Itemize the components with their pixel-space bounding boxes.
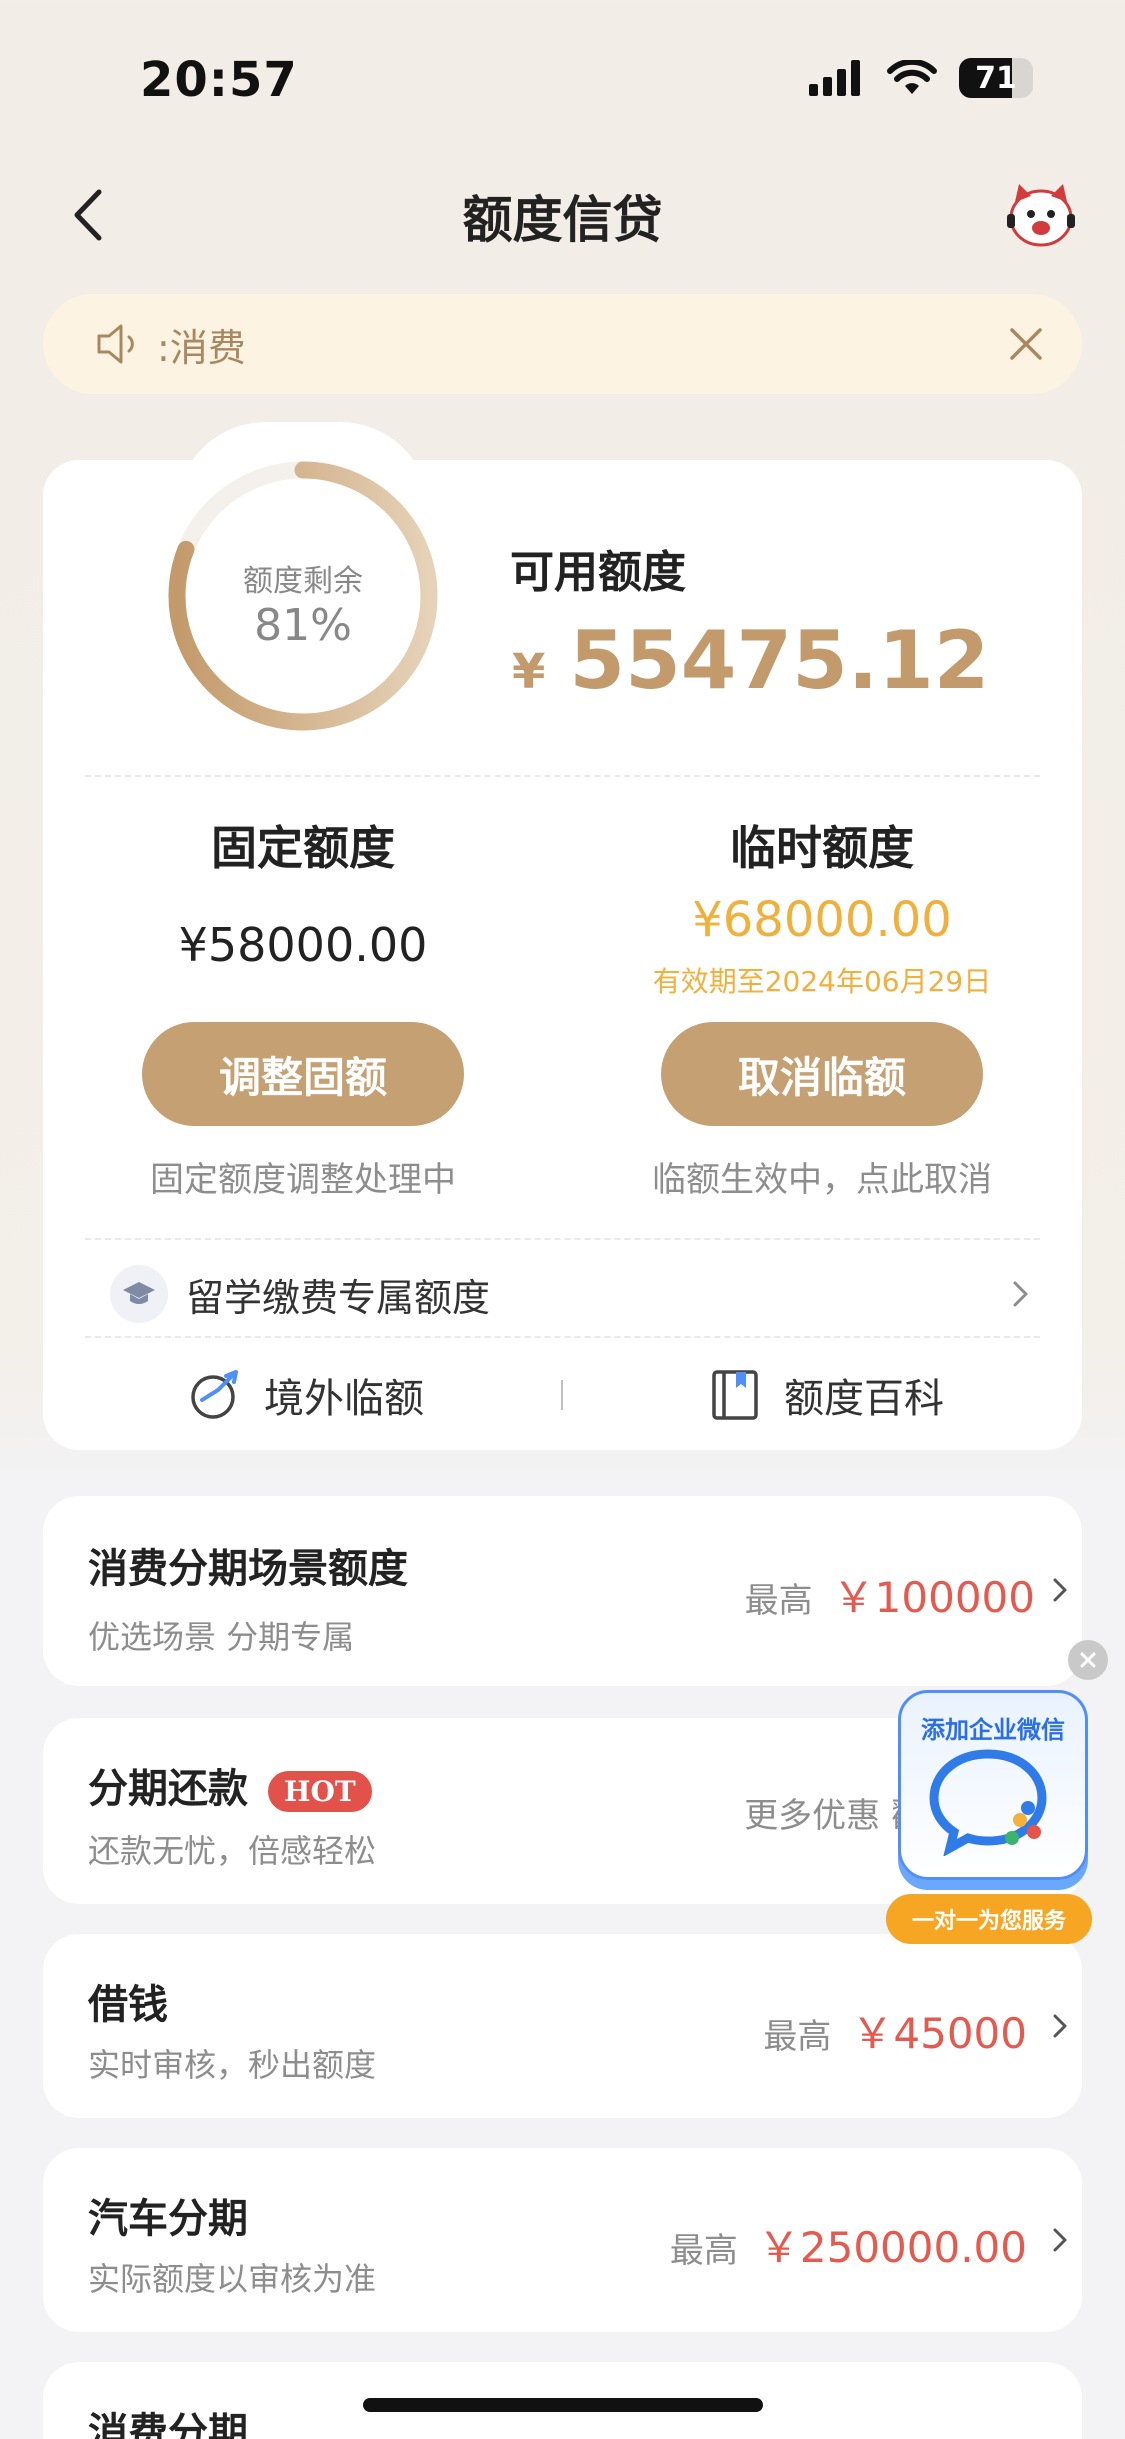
- fixed-limit-title: 固定额度: [211, 821, 395, 875]
- temp-limit-expiry: 有效期至2024年06月29日: [652, 965, 992, 998]
- close-icon: [1080, 1652, 1096, 1668]
- home-indicator: [363, 2398, 763, 2412]
- fixed-limit-hint: 固定额度调整处理中: [150, 1160, 456, 1200]
- notice-text: :消费: [157, 325, 246, 370]
- study-abroad-limit-row[interactable]: 留学缴费专属额度: [110, 1262, 1030, 1326]
- divider: [85, 775, 1040, 777]
- overseas-temp-limit-label: 境外临额: [264, 1376, 424, 1422]
- ring-percent: 81%: [254, 600, 352, 651]
- book-icon: [712, 1370, 758, 1420]
- chevron-right-icon: [1053, 1578, 1067, 1602]
- chevron-right-icon: [1013, 1281, 1028, 1307]
- vertical-separator: [561, 1380, 563, 1410]
- available-label: 可用额度: [510, 547, 686, 598]
- mascot-service-icon[interactable]: [1001, 180, 1081, 250]
- card-title: 分期还款 HOT: [88, 1756, 372, 1814]
- card-subtitle: 实时审核，秒出额度: [88, 2046, 377, 2084]
- graduation-cap-icon: [110, 1265, 168, 1323]
- card-title: 消费分期: [88, 2410, 248, 2439]
- page-title: 额度信贷: [462, 191, 663, 249]
- card-value: 最高 ￥100000: [745, 1564, 1035, 1625]
- wecom-widget-banner: 一对一为您服务: [886, 1894, 1092, 1944]
- card-subtitle: 优选场景 分期专属: [88, 1618, 355, 1656]
- notice-bar[interactable]: :消费: [43, 294, 1082, 394]
- card-title: 借钱: [88, 1982, 168, 2028]
- limit-wiki-label: 额度百科: [784, 1376, 944, 1422]
- card-subtitle: 实际额度以审核为准: [88, 2260, 377, 2298]
- card-value-prefix: 最高: [744, 1581, 813, 1621]
- card-title: 汽车分期: [88, 2196, 248, 2242]
- card-value-amount: ￥45000: [851, 2009, 1027, 2058]
- chevron-right-icon: [1053, 2014, 1067, 2038]
- plane-globe-icon: [191, 1370, 238, 1419]
- card-value: 最高 ￥250000.00: [670, 2214, 1027, 2275]
- cancel-temp-button[interactable]: 取消临额: [661, 1022, 983, 1126]
- temp-limit-hint[interactable]: 临额生效中，点此取消: [612, 1152, 1032, 1201]
- available-amount: ¥ 55475.12: [512, 614, 989, 707]
- divider: [85, 1336, 1040, 1338]
- card-value-prefix: 最高: [669, 2231, 738, 2271]
- card-value-amount: ￥100000: [832, 1573, 1035, 1622]
- wecom-chat-icon: [929, 1749, 1047, 1856]
- hot-badge: HOT: [268, 1770, 372, 1812]
- study-abroad-limit-label: 留学缴费专属额度: [186, 1275, 491, 1320]
- floating-widget-close-button[interactable]: [1068, 1640, 1108, 1680]
- status-icons: 71: [809, 58, 1033, 98]
- divider: [85, 1238, 1040, 1240]
- ring-label: 额度剩余: [243, 564, 363, 599]
- battery-indicator: 71: [959, 58, 1033, 98]
- card-value-prefix: 最高: [763, 2017, 832, 2057]
- status-time: 20:57: [140, 52, 298, 108]
- limit-wiki-link[interactable]: 额度百科: [708, 1366, 944, 1424]
- card-subtitle: 还款无忧，倍感轻松: [88, 1832, 377, 1870]
- overseas-temp-limit-link[interactable]: 境外临额: [188, 1366, 424, 1424]
- battery-level: 71: [975, 60, 1017, 96]
- fixed-limit-amount: ¥58000.00: [178, 918, 428, 972]
- card-value: 最高 ￥45000: [763, 2000, 1027, 2061]
- wifi-icon: [887, 60, 937, 94]
- adjust-fixed-button[interactable]: 调整固额: [142, 1022, 464, 1126]
- speaker-icon: [97, 324, 134, 364]
- card-value-amount: ￥250000.00: [757, 2223, 1027, 2272]
- cellular-signal-icon: [809, 60, 860, 96]
- chevron-right-icon: [1053, 2228, 1067, 2252]
- available-amount-value: 55475.12: [569, 614, 990, 707]
- temp-limit-title: 临时额度: [730, 821, 914, 875]
- currency-symbol: ¥: [512, 644, 546, 700]
- close-icon[interactable]: [1008, 326, 1044, 362]
- card-title: 消费分期场景额度: [88, 1546, 408, 1592]
- card-title-text: 分期还款: [88, 1766, 248, 1812]
- temp-limit-amount: ¥68000.00: [692, 892, 952, 948]
- wecom-widget-title: 添加企业微信: [921, 1716, 1065, 1744]
